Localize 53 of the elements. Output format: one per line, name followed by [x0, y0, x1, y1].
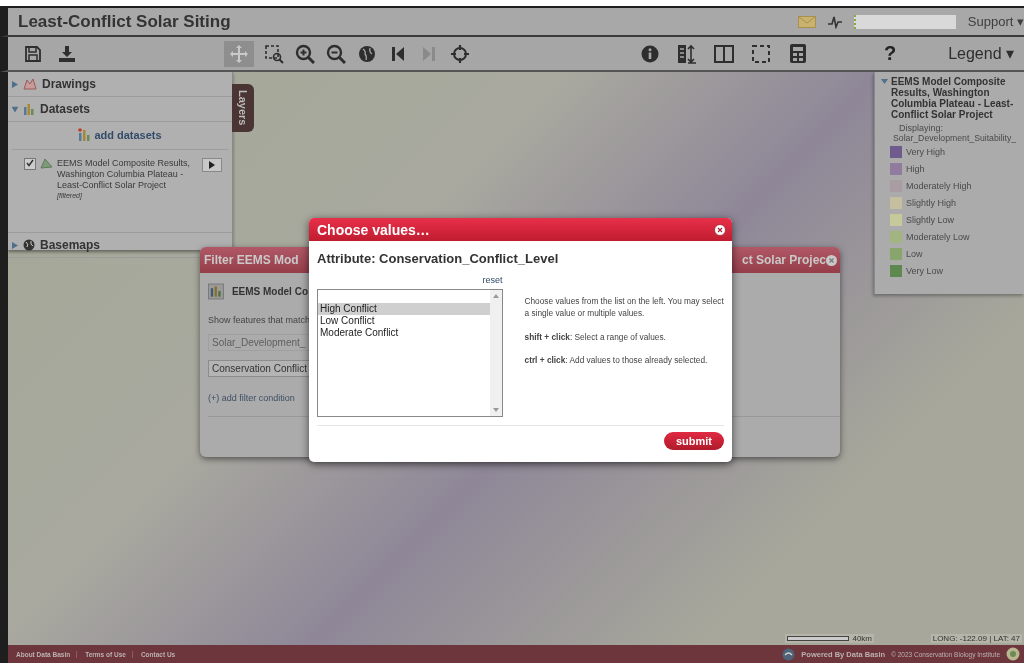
value-select[interactable]: Conservation Conflict — [208, 360, 310, 377]
submit-button[interactable]: submit — [663, 432, 724, 450]
play-button[interactable] — [202, 158, 222, 172]
list-option[interactable]: Moderate Conflict — [318, 327, 490, 339]
reset-link[interactable]: reset — [482, 275, 503, 285]
pulse-icon[interactable] — [827, 14, 842, 29]
displaying-label: Displaying: — [898, 123, 945, 133]
app-title: Least-Conflict Solar Siting — [18, 11, 231, 32]
layer-section-header[interactable]: Drawings — [8, 72, 232, 97]
support-menu[interactable]: Support ▾ — [967, 14, 1024, 29]
legend-label: Very High — [906, 146, 946, 157]
layers-tab[interactable]: Layers — [232, 84, 254, 132]
legend-title[interactable]: EEMS Model Composite Results, Washington Columbia Plateau - Least-Conflict Solar Project — [891, 76, 1024, 120]
legend-label: Moderately High — [906, 180, 972, 191]
legend-label: Slightly Low — [906, 214, 955, 225]
add-datasets-link[interactable]: add datasets — [70, 128, 170, 149]
displaying-value: Solar_Development_Suitability_ — [892, 133, 1018, 143]
coordinates-readout: LONG: -122.09 | LAT: 47 — [930, 634, 1022, 643]
dialog-title: ct Solar Projec — [741, 253, 826, 267]
values-listbox[interactable]: High Conflict Low Conflict Moderate Conflict — [317, 289, 503, 417]
help-button[interactable]: ? — [884, 42, 897, 65]
help-text: Choose values from the list on the left. You may select a single value or multiple values. — [524, 295, 724, 320]
globe-icon — [23, 239, 35, 251]
add-chart-icon — [78, 128, 92, 141]
close-icon[interactable] — [826, 254, 837, 266]
field-select[interactable]: Solar_Development_ — [208, 334, 310, 351]
logo-icon — [1006, 647, 1020, 661]
dialog-title: Choose values… — [317, 221, 430, 238]
bar-chart-icon — [208, 283, 224, 300]
legend-button[interactable]: Legend ▾ — [948, 44, 1014, 63]
dataset-name: EEMS Model Co — [231, 286, 308, 297]
legend-label: Very Low — [906, 265, 944, 276]
legend-label: Moderately Low — [906, 231, 970, 242]
close-icon[interactable] — [714, 223, 726, 236]
legend-label: High — [906, 163, 925, 174]
logo-icon — [782, 647, 796, 661]
bar-chart-icon — [23, 103, 35, 115]
help-text: shift + click: Select a range of values. — [524, 330, 667, 344]
legend-label: Slightly High — [906, 197, 957, 208]
play-icon — [209, 161, 215, 169]
layer-section-header[interactable]: Datasets — [8, 97, 232, 122]
filter-instruction: Show features that match — [208, 315, 308, 325]
add-filter-link[interactable]: (+) add filter condition — [208, 393, 308, 403]
polygon-icon — [40, 158, 53, 169]
list-option[interactable]: High Conflict — [318, 303, 490, 315]
polygon-icon — [23, 78, 37, 90]
list-option[interactable]: Low Conflict — [318, 315, 490, 327]
legend-label: Low — [906, 248, 923, 259]
help-text: ctrl + click: Add values to those already selected. — [524, 354, 709, 367]
scale-bar — [787, 636, 850, 641]
attribute-heading: Attribute: Conservation_Conflict_Level — [317, 251, 560, 266]
scale-label: 40km — [852, 634, 872, 643]
dataset-checkbox[interactable] — [24, 158, 36, 170]
